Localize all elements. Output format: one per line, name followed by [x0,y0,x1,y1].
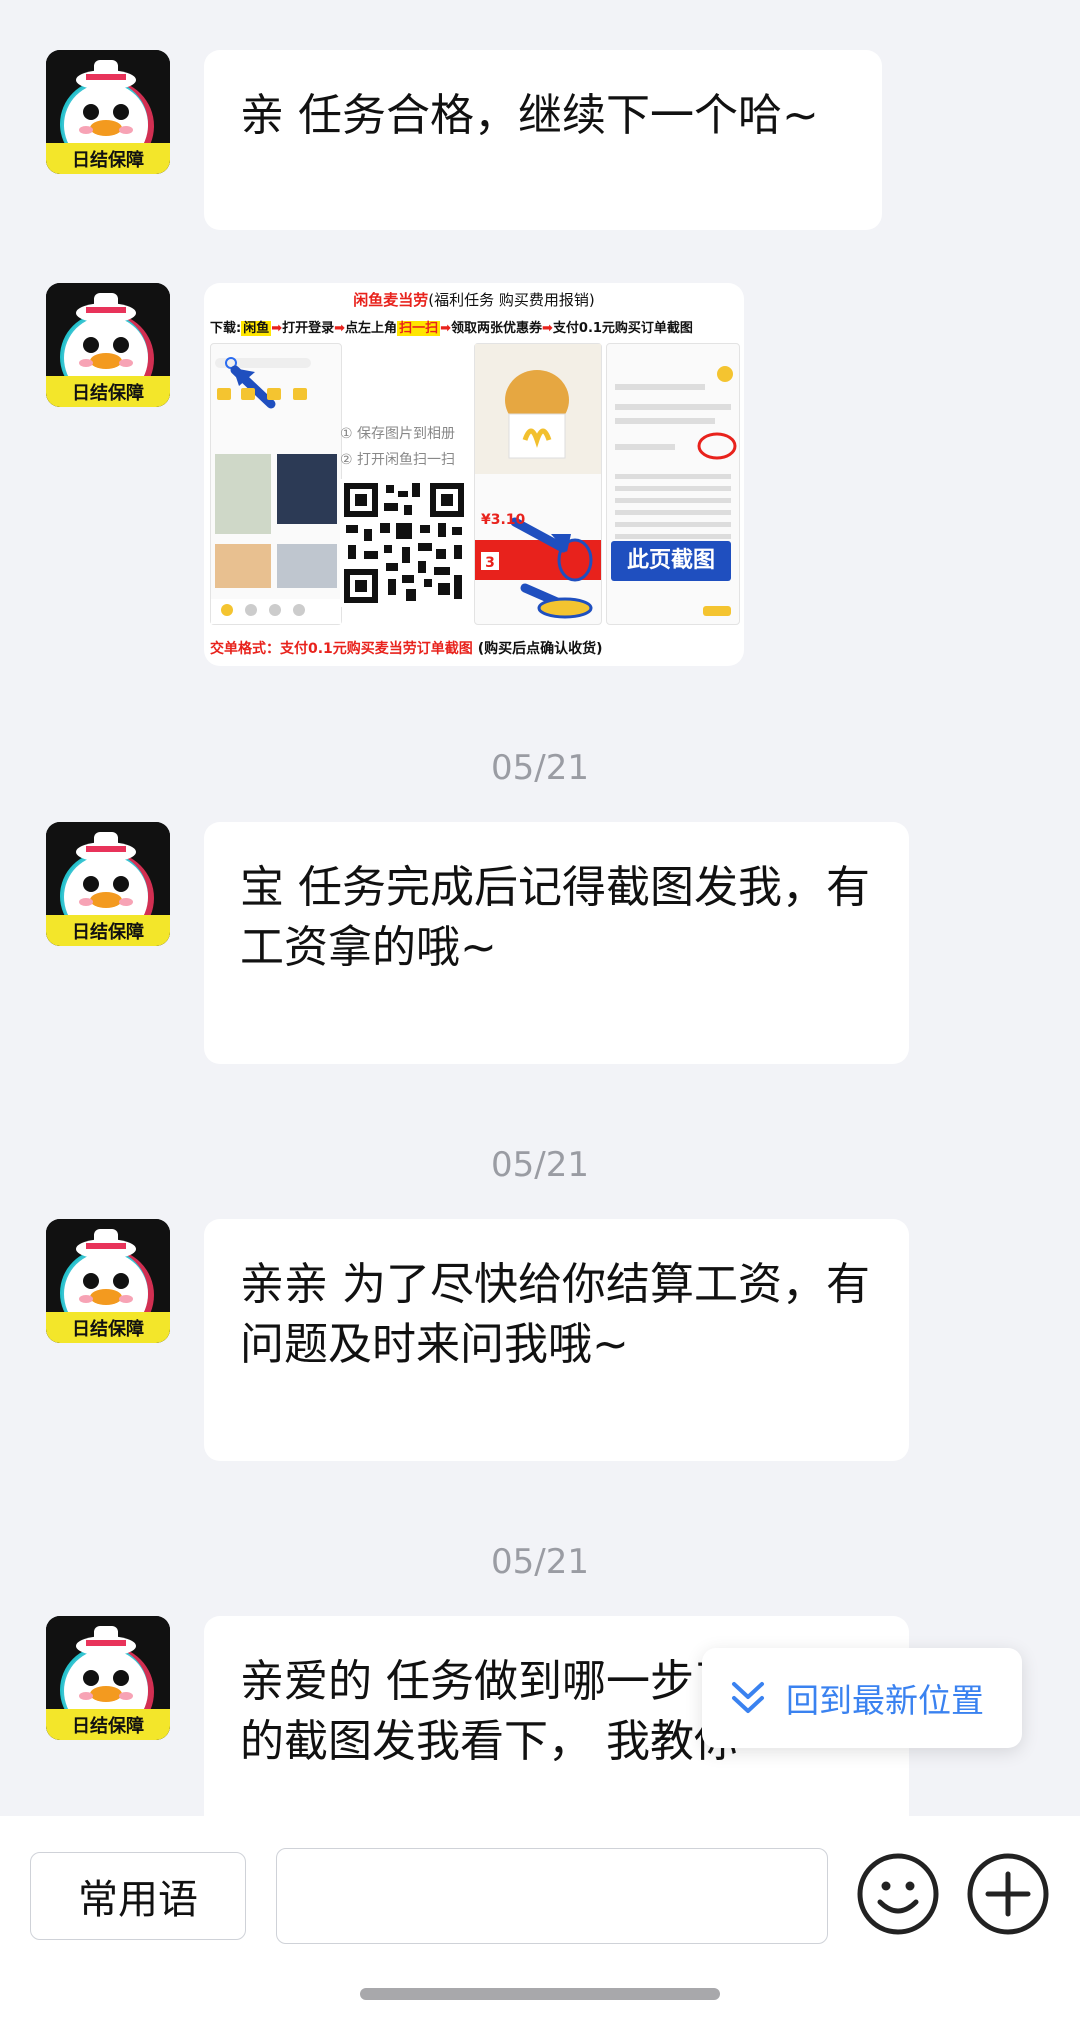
task-image-message[interactable]: 闲鱼麦当劳(福利任务 购买费用报销) 下载: 闲鱼 ➡打开登录➡点左上角 扫一扫 ➡领取… [204,283,744,666]
message-bubble[interactable]: 宝 任务完成后记得截图发我，有工资拿的哦~ [204,822,909,1064]
date-divider: 05/21 [491,1145,589,1185]
date-divider: 05/21 [491,1542,589,1582]
penguin-logo-icon: 日结保障 [46,50,170,174]
save-image-hint: ① 保存图片到相册 [340,426,456,442]
message-bubble[interactable]: 亲亲 为了尽快给你结算工资，有问题及时来问我哦~ [204,1219,909,1461]
avatar[interactable]: 日结保障 [46,1616,170,1740]
message-input[interactable] [276,1848,828,1944]
message-bubble[interactable]: 亲 任务合格，继续下一个哈~ [204,50,882,230]
message-text: 宝 任务完成后记得截图发我，有工资拿的哦~ [240,862,870,973]
screenshot-here-tag: 此页截图 [611,541,731,581]
penguin-logo-icon: 日结保障 [46,1616,170,1740]
input-bar: 常用语 [0,1816,1080,2023]
plus-circle-icon [967,1853,1049,1935]
back-to-latest-button[interactable]: 回到最新位置 [702,1648,1022,1748]
double-chevron-down-icon [732,1682,764,1713]
avatar[interactable]: 日结保障 [46,50,170,174]
avatar-label: 日结保障 [72,382,144,404]
penguin-logo-icon: 日结保障 [46,1219,170,1343]
date-divider: 05/21 [491,748,589,788]
penguin-logo-icon: 日结保障 [46,283,170,407]
phone-screenshot-1 [210,343,342,625]
image-footer: 交单格式：支付0.1元购买麦当劳订单截图 (购买后点确认收货) [210,641,603,657]
avatar[interactable]: 日结保障 [46,283,170,407]
emoji-button[interactable] [856,1852,940,1936]
avatar[interactable]: 日结保障 [46,822,170,946]
scan-hint: ② 打开闲鱼扫一扫 [340,452,456,468]
back-to-latest-label: 回到最新位置 [786,1681,984,1720]
phone-screenshot-2: 3 ¥3.10 [474,343,602,625]
avatar-label: 日结保障 [72,1715,144,1737]
phone-screenshot-3 [606,343,740,625]
avatar-label: 日结保障 [72,921,144,943]
common-phrases-button[interactable]: 常用语 [30,1852,246,1940]
avatar-label: 日结保障 [72,149,144,171]
more-actions-button[interactable] [966,1852,1050,1936]
image-title: 闲鱼麦当劳(福利任务 购买费用报销) [353,291,595,309]
smiley-icon [857,1853,939,1935]
message-text: 亲 任务合格，继续下一个哈~ [240,90,819,141]
price-text: ¥3.10 [481,512,526,528]
qr-code-icon [340,479,468,607]
avatar-label: 日结保障 [72,1318,144,1340]
home-indicator[interactable] [360,1988,720,2000]
penguin-logo-icon: 日结保障 [46,822,170,946]
svg-text:3: 3 [485,555,495,571]
message-text: 亲亲 为了尽快给你结算工资，有问题及时来问我哦~ [240,1259,870,1370]
image-steps: 下载: 闲鱼 ➡打开登录➡点左上角 扫一扫 ➡领取两张优惠券➡支付0.1元购买订单截图 [210,321,693,336]
avatar[interactable]: 日结保障 [46,1219,170,1343]
